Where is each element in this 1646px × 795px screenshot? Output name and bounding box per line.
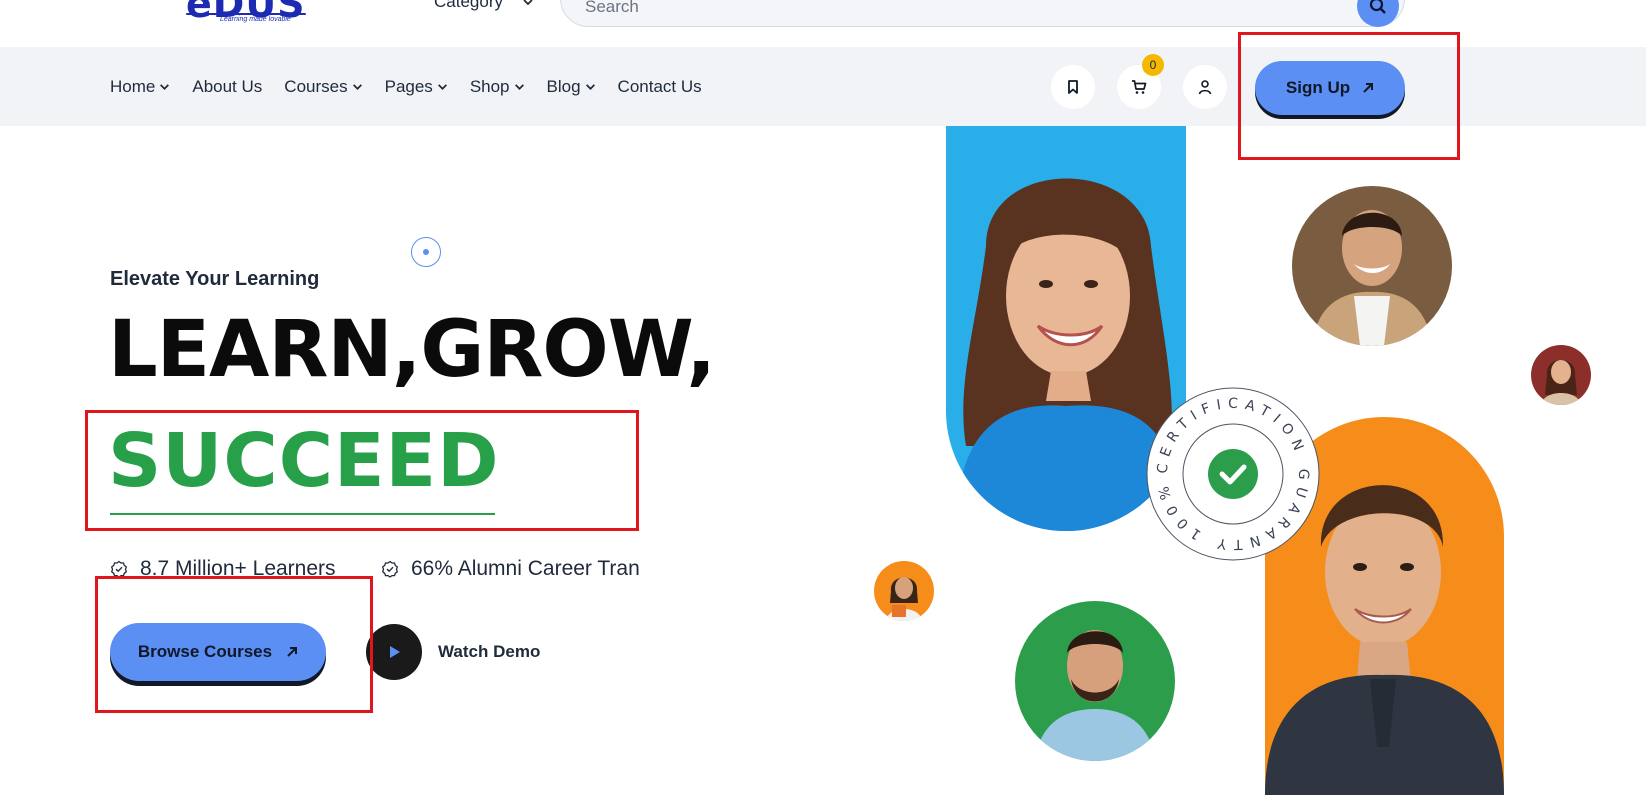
nav-item-shop[interactable]: Shop <box>470 77 525 97</box>
logo-swoosh <box>186 13 306 15</box>
hero-highlight-word: SUCCEED <box>108 418 500 504</box>
nav-item-label: Courses <box>284 76 348 96</box>
search-icon <box>1369 0 1386 14</box>
nav-item-contact-us[interactable]: Contact Us <box>618 77 702 97</box>
hero-headline: LEARN,GROW, <box>108 305 716 395</box>
browse-courses-label: Browse Courses <box>137 642 273 661</box>
stat-label: 66% Alumni Career Tran <box>411 557 640 580</box>
nav-item-pages[interactable]: Pages <box>385 77 448 97</box>
bookmark-icon <box>1068 80 1078 94</box>
cart-icon <box>1132 80 1147 94</box>
account-button[interactable] <box>1183 65 1227 109</box>
student-photo-small-right <box>1531 345 1591 405</box>
nav-item-label: Contact Us <box>617 76 702 96</box>
chevron-down-icon <box>160 84 170 90</box>
main-navbar: Home About Us Courses Pages Shop Blog Co… <box>0 47 1646 126</box>
check-badge-icon <box>381 560 399 578</box>
nav-item-label: Blog <box>546 76 581 96</box>
chevron-down-icon <box>437 84 447 90</box>
nav-item-about-us[interactable]: About Us <box>192 77 262 97</box>
stat-career: 66% Alumni Career Tran <box>381 557 640 581</box>
arrow-up-right-icon <box>287 647 298 657</box>
search-input[interactable] <box>585 0 1185 17</box>
nav-item-blog[interactable]: Blog <box>547 77 596 97</box>
cart-button[interactable]: 0 <box>1117 54 1164 109</box>
signup-button[interactable]: Sign Up <box>1255 61 1405 115</box>
nav-item-label: About Us <box>192 76 263 96</box>
woman-thumbnail-image <box>886 577 922 621</box>
student-photo-small-left <box>874 561 934 621</box>
play-icon <box>390 646 400 658</box>
watch-demo-label: Watch Demo <box>438 642 541 661</box>
watch-demo-button[interactable]: Watch Demo <box>366 624 540 680</box>
user-icon <box>1198 80 1212 95</box>
search-bar <box>560 0 1405 27</box>
decorative-dot <box>411 237 441 267</box>
highlight-underline <box>110 513 495 515</box>
student-photo-man-brown <box>1292 186 1452 346</box>
nav-item-label: Shop <box>469 76 510 96</box>
stat-learners: 8.7 Million+ Learners <box>110 557 336 581</box>
chevron-down-icon <box>585 84 595 90</box>
cart-count-badge: 0 <box>1142 54 1164 76</box>
nav-item-label: Pages <box>384 76 433 96</box>
arrow-up-right-icon <box>1363 83 1374 93</box>
woman-thumbnail-image <box>1541 360 1581 405</box>
chevron-down-icon <box>523 0 533 6</box>
nav-menu: Home About Us Courses Pages Shop Blog Co… <box>110 47 702 126</box>
man-portrait-image <box>1035 630 1155 761</box>
category-dropdown[interactable]: Category <box>434 0 533 12</box>
certification-seal-image: CERTIFICATION GUARANTY 100% <box>1146 387 1320 561</box>
hero-eyebrow: Elevate Your Learning <box>110 268 320 290</box>
chevron-down-icon <box>514 84 524 90</box>
nav-icon-group: 0 <box>1051 54 1227 109</box>
search-button[interactable] <box>1357 0 1399 27</box>
browse-courses-button[interactable]: Browse Courses <box>110 623 326 681</box>
wishlist-button[interactable] <box>1051 65 1095 109</box>
nav-item-courses[interactable]: Courses <box>284 77 362 97</box>
decorative-dot-center <box>423 249 429 255</box>
student-photo-man-green <box>1015 601 1175 761</box>
category-label: Category <box>434 0 503 11</box>
check-badge-icon <box>110 560 128 578</box>
play-button[interactable] <box>366 624 422 680</box>
chevron-down-icon <box>352 84 362 90</box>
logo-tagline: Learning made lovable <box>220 16 291 23</box>
nav-item-home[interactable]: Home <box>110 77 170 97</box>
certification-badge: CERTIFICATION GUARANTY 100% <box>1144 385 1322 563</box>
top-header: eDUS Learning made lovable Category <box>0 0 1646 47</box>
man-portrait-image <box>1312 210 1432 346</box>
nav-item-label: Home <box>110 76 156 96</box>
stat-label: 8.7 Million+ Learners <box>140 557 336 580</box>
signup-label: Sign Up <box>1285 78 1351 97</box>
